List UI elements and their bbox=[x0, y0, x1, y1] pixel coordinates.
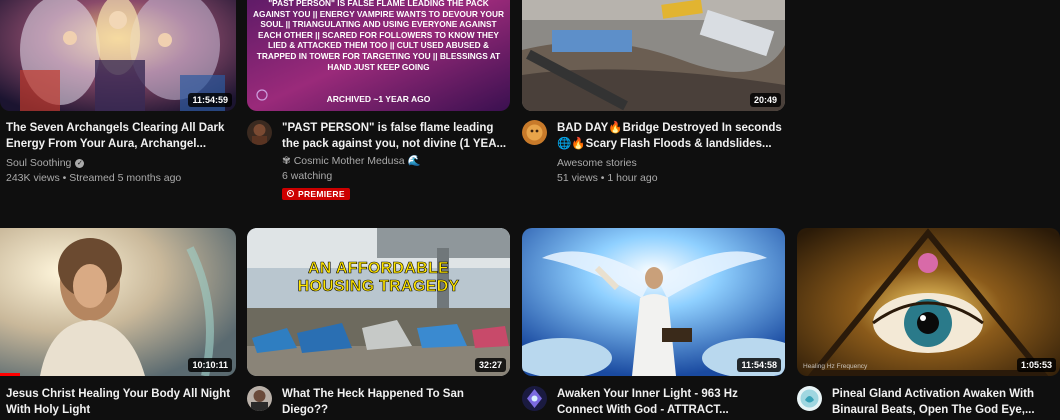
video-title[interactable]: Awaken Your Inner Light - 963 Hz Connect… bbox=[557, 386, 785, 418]
thumbnail-headline-2: HOUSING TRAGEDY bbox=[297, 278, 460, 296]
thumbnail-image bbox=[522, 0, 785, 111]
video-thumbnail[interactable]: 10:10:11 bbox=[0, 228, 236, 376]
thumbnail-caption: Healing Hz Frequency bbox=[803, 363, 868, 370]
video-card[interactable]: AN AFFORDABLE HOUSING TRAGEDY 32:27 What… bbox=[247, 228, 510, 420]
channel-name[interactable]: ✾ Cosmic Mother Medusa 🌊 bbox=[282, 154, 510, 169]
video-thumbnail[interactable]: 20:49 bbox=[522, 0, 785, 111]
duration-badge: 11:54:58 bbox=[737, 358, 781, 372]
video-card[interactable]: 20:49 BAD DAY🔥Bridge Destroyed In second… bbox=[522, 0, 785, 190]
video-card[interactable]: 11:54:59 The Seven Archangels Clearing A… bbox=[0, 0, 236, 190]
channel-name[interactable]: Awesome stories bbox=[557, 156, 785, 171]
thumbnail-image bbox=[0, 228, 236, 376]
video-meta: Pineal Gland Activation Awaken With Bina… bbox=[797, 386, 1060, 418]
thumbnail-footer: ARCHIVED ~1 YEAR AGO bbox=[326, 94, 431, 104]
thumbnail-image bbox=[797, 228, 1060, 376]
thumbnail-text: "PAST PERSON" IS FALSE FLAME LEADING THE… bbox=[253, 0, 504, 72]
video-meta: The Seven Archangels Clearing All Dark E… bbox=[6, 120, 234, 186]
video-stats: 6 watching bbox=[282, 170, 333, 182]
video-title[interactable]: Pineal Gland Activation Awaken With Bina… bbox=[832, 386, 1060, 418]
duration-badge: 20:49 bbox=[749, 93, 781, 107]
video-title[interactable]: BAD DAY🔥Bridge Destroyed In seconds 🌐🔥Sc… bbox=[557, 120, 785, 152]
video-stats: 51 views • 1 hour ago bbox=[557, 172, 658, 184]
duration-badge: 10:10:11 bbox=[188, 358, 232, 372]
video-thumbnail[interactable]: 11:54:59 bbox=[0, 0, 236, 111]
thumbnail-image bbox=[522, 228, 785, 376]
duration-badge: 11:54:59 bbox=[188, 93, 232, 107]
channel-avatar[interactable] bbox=[247, 386, 272, 411]
video-thumbnail[interactable]: AN AFFORDABLE HOUSING TRAGEDY 32:27 bbox=[247, 228, 510, 376]
video-card[interactable]: 11:54:58 Awaken Your Inner Light - 963 H… bbox=[522, 228, 785, 420]
video-title[interactable]: The Seven Archangels Clearing All Dark E… bbox=[6, 120, 234, 152]
channel-avatar[interactable] bbox=[797, 386, 822, 411]
video-card[interactable]: Healing Hz Frequency 1:05:53 Pineal Glan… bbox=[797, 228, 1060, 420]
video-meta: Awaken Your Inner Light - 963 Hz Connect… bbox=[522, 386, 785, 418]
duration-badge: 32:27 bbox=[474, 358, 506, 372]
premiere-badge: PREMIERE bbox=[282, 187, 350, 200]
watch-progress-bar bbox=[0, 373, 20, 376]
video-meta: "PAST PERSON" is false flame leading the… bbox=[247, 120, 510, 202]
premiere-icon bbox=[287, 190, 294, 197]
video-meta: BAD DAY🔥Bridge Destroyed In seconds 🌐🔥Sc… bbox=[522, 120, 785, 186]
duration-badge: 1:05:53 bbox=[1016, 358, 1056, 372]
channel-name[interactable]: Soul Soothing ✓ bbox=[6, 156, 234, 171]
verified-icon: ✓ bbox=[75, 159, 85, 168]
video-thumbnail[interactable]: 11:54:58 bbox=[522, 228, 785, 376]
video-card[interactable]: 10:10:11 Jesus Christ Healing Your Body … bbox=[0, 228, 236, 420]
video-title[interactable]: Jesus Christ Healing Your Body All Night… bbox=[6, 386, 234, 418]
premiere-label: PREMIERE bbox=[298, 188, 345, 199]
thumbnail-image bbox=[247, 228, 510, 376]
video-card[interactable]: "PAST PERSON" IS FALSE FLAME LEADING THE… bbox=[247, 0, 510, 200]
video-meta: Jesus Christ Healing Your Body All Night… bbox=[6, 386, 234, 418]
video-meta: What The Heck Happened To San Diego?? bbox=[247, 386, 510, 418]
video-title[interactable]: "PAST PERSON" is false flame leading the… bbox=[282, 120, 510, 152]
video-thumbnail[interactable]: "PAST PERSON" IS FALSE FLAME LEADING THE… bbox=[247, 0, 510, 111]
video-stats: 243K views • Streamed 5 months ago bbox=[6, 172, 182, 184]
channel-avatar[interactable] bbox=[522, 120, 547, 145]
channel-avatar[interactable] bbox=[247, 120, 272, 145]
video-thumbnail[interactable]: Healing Hz Frequency 1:05:53 bbox=[797, 228, 1060, 376]
channel-label[interactable]: Soul Soothing bbox=[6, 156, 71, 171]
thumbnail-headline-1: AN AFFORDABLE bbox=[307, 260, 450, 278]
channel-avatar[interactable] bbox=[522, 386, 547, 411]
video-title[interactable]: What The Heck Happened To San Diego?? bbox=[282, 386, 510, 418]
